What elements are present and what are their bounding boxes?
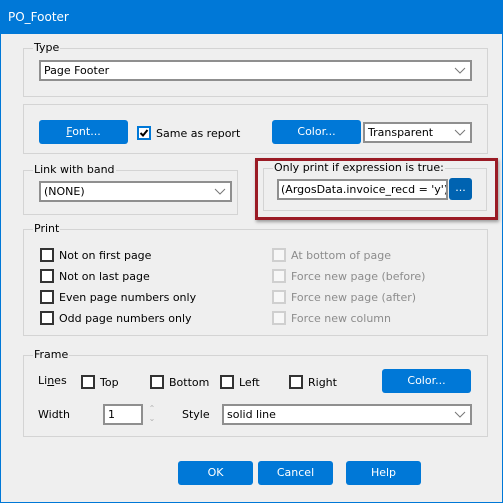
link-band-select[interactable]: (NONE) <box>39 181 232 202</box>
checkbox-label: Right <box>308 375 337 389</box>
at-bottom-of-page-checkbox[interactable]: At bottom of page <box>272 247 391 263</box>
checkbox-label: Not on last page <box>59 269 150 283</box>
dialog-window: PO_Footer Type Page Footer Font... Same … <box>0 0 503 503</box>
type-select-value: Page Footer <box>44 64 110 77</box>
expression-input[interactable]: (ArgosData.invoice_recd = 'y') and <box>277 179 448 200</box>
help-button[interactable]: Help <box>346 461 421 485</box>
expression-group: Only print if expression is true: (Argos… <box>263 161 487 211</box>
same-as-report-checkbox[interactable]: Same as report <box>137 125 240 141</box>
frame-group-label: Frame <box>33 348 70 362</box>
frame-group: Frame Lines Top Bottom Left Right Color.… <box>23 348 488 437</box>
color-button[interactable]: Color... <box>272 120 361 144</box>
checkbox-label: Left <box>239 375 260 389</box>
spin-up-icon[interactable]: ⌃ <box>146 404 158 414</box>
cancel-button-label: Cancel <box>276 466 315 479</box>
checkbox-label: Even page numbers only <box>59 290 197 304</box>
type-group: Type Page Footer <box>23 41 488 97</box>
checkbox-label: Force new column <box>291 311 391 325</box>
style-label: Style <box>182 408 210 421</box>
frame-bottom-checkbox[interactable]: Bottom <box>150 374 209 390</box>
checkbox-box <box>81 375 95 389</box>
ok-button[interactable]: OK <box>178 461 253 485</box>
expression-label: Only print if expression is true: <box>273 161 445 175</box>
link-band-label: Link with band <box>33 163 116 177</box>
title-bar: PO_Footer <box>1 1 502 34</box>
ok-button-label: OK <box>207 466 224 479</box>
checkbox-label: Bottom <box>169 375 210 389</box>
spin-down-icon[interactable]: ⌄ <box>146 414 158 424</box>
checkbox-box <box>289 375 303 389</box>
checkbox-label: Not on first page <box>59 248 152 262</box>
appearance-group: Font... Same as report Color... Transpar… <box>23 104 488 154</box>
checkbox-label: Force new page (before) <box>291 269 426 283</box>
color-button-label: Color... <box>297 125 336 138</box>
checkbox-box <box>40 311 54 325</box>
help-button-label: Help <box>370 466 397 479</box>
odd-page-numbers-checkbox[interactable]: Odd page numbers only <box>40 310 192 326</box>
chevron-down-icon <box>454 411 466 418</box>
checkbox-box <box>150 375 164 389</box>
checkbox-label: Force new page (after) <box>291 290 417 304</box>
checkbox-box <box>220 375 234 389</box>
force-new-page-after-checkbox[interactable]: Force new page (after) <box>272 289 416 305</box>
frame-color-button-label: Color... <box>407 374 446 387</box>
style-select[interactable]: solid line <box>222 404 472 425</box>
not-on-last-page-checkbox[interactable]: Not on last page <box>40 268 150 284</box>
checkmark-icon <box>139 129 149 137</box>
type-group-label: Type <box>33 41 61 55</box>
color-select[interactable]: Transparent <box>363 122 472 143</box>
frame-left-checkbox[interactable]: Left <box>220 374 260 390</box>
print-group-label: Print <box>33 222 61 236</box>
force-new-page-before-checkbox[interactable]: Force new page (before) <box>272 268 425 284</box>
not-on-first-page-checkbox[interactable]: Not on first page <box>40 247 151 263</box>
width-value: 1 <box>108 408 115 421</box>
color-select-value: Transparent <box>368 126 434 139</box>
print-group: Print Not on first page Not on last page… <box>23 222 488 336</box>
checkbox-box <box>40 248 54 262</box>
frame-color-button[interactable]: Color... <box>382 369 471 393</box>
same-as-report-label: Same as report <box>156 126 241 140</box>
checkbox-box <box>40 269 54 283</box>
font-button-label: ont... <box>72 125 101 138</box>
checkbox-label: Top <box>100 375 119 389</box>
chevron-down-icon <box>214 188 226 195</box>
chevron-down-icon <box>454 67 466 74</box>
window-title: PO_Footer <box>8 10 69 24</box>
ellipsis-icon: ... <box>455 181 466 194</box>
checkbox-box <box>272 269 286 283</box>
style-select-value: solid line <box>227 408 276 421</box>
width-input[interactable]: 1 <box>103 404 143 425</box>
expression-builder-button[interactable]: ... <box>449 178 472 200</box>
type-select[interactable]: Page Footer <box>39 60 472 81</box>
lines-label: Lines <box>38 374 67 387</box>
even-page-numbers-checkbox[interactable]: Even page numbers only <box>40 289 196 305</box>
force-new-column-checkbox[interactable]: Force new column <box>272 310 391 326</box>
checkbox-label: At bottom of page <box>291 248 391 262</box>
frame-right-checkbox[interactable]: Right <box>289 374 337 390</box>
expression-value: (ArgosData.invoice_recd = 'y') and <box>281 183 448 196</box>
chevron-down-icon <box>454 129 466 136</box>
checkbox-box <box>137 126 151 140</box>
frame-top-checkbox[interactable]: Top <box>81 374 119 390</box>
checkbox-box <box>272 311 286 325</box>
checkbox-box <box>40 290 54 304</box>
width-label: Width <box>38 408 70 421</box>
link-band-select-value: (NONE) <box>44 185 85 198</box>
cancel-button[interactable]: Cancel <box>258 461 333 485</box>
checkbox-box <box>272 248 286 262</box>
dialog-client: Type Page Footer Font... Same as report … <box>1 34 502 502</box>
font-button[interactable]: Font... <box>39 120 128 144</box>
checkbox-box <box>272 290 286 304</box>
width-spinner[interactable]: ⌃ ⌄ <box>146 404 158 426</box>
link-band-group: Link with band (NONE) <box>23 163 238 215</box>
checkbox-label: Odd page numbers only <box>59 311 192 325</box>
